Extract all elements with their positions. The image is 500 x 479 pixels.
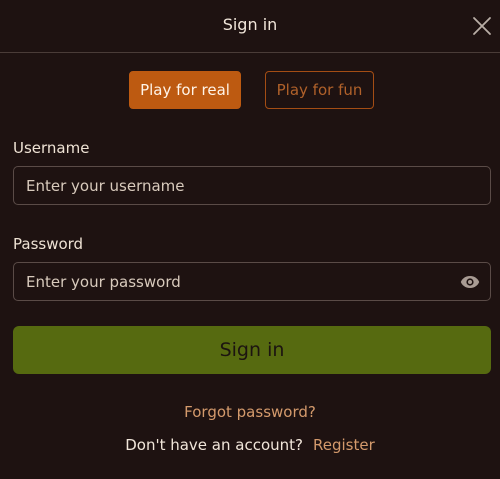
password-field-wrapper (13, 262, 491, 301)
play-for-real-button[interactable]: Play for real (129, 71, 241, 109)
no-account-text: Don't have an account? (125, 436, 303, 454)
dialog-header: Sign in (0, 0, 500, 53)
play-for-fun-button[interactable]: Play for fun (265, 71, 374, 109)
eye-icon[interactable] (460, 274, 480, 290)
register-row: Don't have an account? Register (0, 436, 500, 454)
sign-in-dialog: Sign in Play for real Play for fun Usern… (0, 0, 500, 479)
password-input[interactable] (14, 263, 490, 300)
username-input[interactable] (14, 167, 490, 204)
register-link[interactable]: Register (313, 436, 375, 454)
password-label: Password (13, 235, 84, 253)
forgot-password-link[interactable]: Forgot password? (0, 403, 500, 421)
username-field-wrapper (13, 166, 491, 205)
sign-in-button[interactable]: Sign in (13, 326, 491, 374)
close-icon[interactable] (472, 16, 492, 36)
username-label: Username (13, 139, 90, 157)
dialog-title: Sign in (222, 15, 278, 34)
